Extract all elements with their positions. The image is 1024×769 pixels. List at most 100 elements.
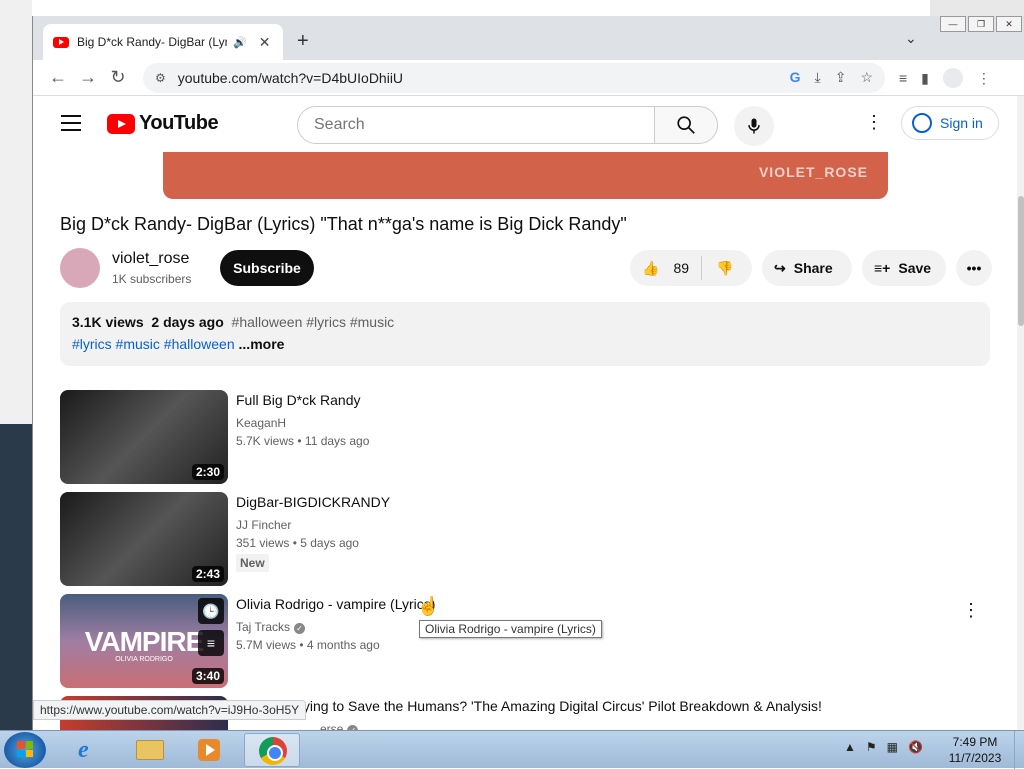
share-icon: ↪ bbox=[774, 259, 786, 276]
folder-icon bbox=[136, 740, 164, 760]
scrollbar-thumb[interactable] bbox=[1018, 196, 1024, 326]
youtube-play-icon bbox=[107, 113, 135, 134]
microphone-icon bbox=[748, 118, 760, 134]
clock-time: 7:49 PM bbox=[952, 735, 998, 749]
recommendation-title[interactable]: Full Big D*ck Randy bbox=[236, 392, 361, 408]
recommendation-channel[interactable]: JJ Fincher bbox=[236, 518, 291, 532]
youtube-logo[interactable]: YouTube bbox=[107, 112, 219, 135]
recommendation-title[interactable]: Caine is Trying to Save the Humans? 'The… bbox=[236, 698, 822, 714]
video-thumbnail[interactable]: 2:43 bbox=[60, 492, 228, 586]
close-window-button[interactable]: ✕ bbox=[996, 16, 1022, 32]
search-input[interactable] bbox=[314, 116, 634, 134]
settings-menu-icon[interactable]: ⋮ bbox=[865, 112, 883, 133]
speaker-icon[interactable]: 🔊 bbox=[233, 36, 247, 49]
show-hidden-icons-icon[interactable]: ▲ bbox=[844, 740, 856, 754]
recommendation-channel[interactable]: KeaganH bbox=[236, 416, 286, 430]
action-center-flag-icon[interactable]: ⚑ bbox=[866, 740, 877, 754]
minimize-button[interactable]: — bbox=[940, 16, 966, 32]
add-to-queue-icon[interactable]: ≡ bbox=[198, 630, 224, 656]
voice-search-button[interactable] bbox=[734, 106, 774, 146]
desktop: Big D*ck Randy- DigBar (Lyric 🔊 ✕ + ⌄ — … bbox=[0, 0, 1024, 769]
forward-button[interactable]: → bbox=[73, 67, 103, 88]
site-info-icon[interactable]: ⚙ bbox=[155, 71, 166, 85]
install-app-icon[interactable]: ⤓ bbox=[815, 69, 821, 86]
like-button[interactable]: 👍 89 bbox=[630, 256, 702, 280]
recommendation-title[interactable]: Olivia Rodrigo - vampire (Lyrics) bbox=[236, 596, 435, 612]
windows-logo-icon bbox=[17, 741, 33, 757]
chrome-taskbar-button[interactable] bbox=[244, 733, 300, 767]
omnibox-actions: G ⤓ ⇪ ☆ bbox=[790, 69, 873, 86]
internet-explorer-taskbar-button[interactable]: e bbox=[62, 733, 118, 767]
back-button[interactable]: ← bbox=[43, 67, 73, 88]
link-status-bubble: https://www.youtube.com/watch?v=iJ9Ho-3o… bbox=[33, 700, 307, 720]
banner-watermark-text: VIOLET_ROSE bbox=[758, 164, 868, 180]
volume-muted-icon[interactable]: 🔇 bbox=[908, 740, 923, 754]
video-thumbnail[interactable]: VAMPIRE OLIVIA RODRIGO 🕒 ≡ 3:40 bbox=[60, 594, 228, 688]
hashtags-line1[interactable]: #halloween #lyrics #music bbox=[232, 314, 395, 330]
new-tab-button[interactable]: + bbox=[297, 30, 309, 53]
like-count: 89 bbox=[673, 260, 690, 276]
google-lens-icon[interactable]: G bbox=[790, 69, 801, 86]
channel-avatar[interactable] bbox=[60, 248, 100, 288]
description-stats: 3.1K views 2 days ago #halloween #lyrics… bbox=[72, 314, 978, 330]
verified-icon: ✓ bbox=[294, 623, 306, 634]
recommendation-menu-icon[interactable]: ⋮ bbox=[962, 600, 980, 621]
channel-name[interactable]: violet_rose bbox=[112, 250, 189, 268]
subscriber-count: 1K subscribers bbox=[112, 272, 192, 286]
close-tab-icon[interactable]: ✕ bbox=[259, 34, 271, 51]
watch-later-icon[interactable]: 🕒 bbox=[198, 598, 224, 624]
hashtags-line2[interactable]: #lyrics #music #halloween bbox=[72, 336, 235, 352]
recommendation-channel[interactable]: erse✓ bbox=[320, 722, 359, 730]
save-button[interactable]: ≡+ Save bbox=[862, 250, 946, 286]
file-explorer-taskbar-button[interactable] bbox=[122, 733, 178, 767]
chrome-icon bbox=[259, 737, 287, 765]
system-tray: ▲ ⚑ ▦ 🔇 bbox=[844, 740, 923, 754]
subscribe-button[interactable]: Subscribe bbox=[220, 250, 314, 286]
recommendation-title[interactable]: DigBar-BIGDICKRANDY bbox=[236, 494, 390, 510]
tab-search-dropdown-icon[interactable]: ⌄ bbox=[905, 30, 917, 47]
url-text[interactable]: youtube.com/watch?v=D4bUIoDhiiU bbox=[178, 70, 403, 86]
show-desktop-button[interactable] bbox=[1014, 731, 1024, 769]
recommendation-item[interactable]: 2:30 Full Big D*ck Randy KeaganH 5.7K vi… bbox=[60, 390, 990, 484]
reload-button[interactable]: ↻ bbox=[103, 67, 133, 88]
recommendation-item[interactable]: 2:43 DigBar-BIGDICKRANDY JJ Fincher 351 … bbox=[60, 492, 990, 586]
video-player-bottom[interactable]: VIOLET_ROSE bbox=[163, 152, 888, 199]
page-scrollbar[interactable] bbox=[1017, 96, 1024, 730]
restore-button[interactable]: ❐ bbox=[968, 16, 994, 32]
description-box[interactable]: 3.1K views 2 days ago #halloween #lyrics… bbox=[60, 302, 990, 366]
show-more-link[interactable]: ...more bbox=[239, 336, 285, 352]
recommendation-meta: 351 views • 5 days ago bbox=[236, 536, 359, 550]
more-actions-button[interactable]: ••• bbox=[956, 250, 992, 286]
side-panel-icon[interactable]: ▮ bbox=[921, 70, 929, 87]
description-line2: #lyrics #music #halloween ...more bbox=[72, 336, 978, 352]
search-button[interactable] bbox=[654, 106, 718, 144]
dislike-button[interactable]: 👎 bbox=[702, 260, 733, 277]
window-controls: — ❐ ✕ bbox=[938, 16, 1022, 32]
search-box[interactable] bbox=[297, 106, 655, 144]
network-icon[interactable]: ▦ bbox=[887, 740, 898, 754]
taskbar-clock[interactable]: 7:49 PM 11/7/2023 bbox=[940, 734, 1010, 766]
upload-age: 2 days ago bbox=[151, 314, 224, 330]
chrome-menu-icon[interactable]: ⋮ bbox=[977, 70, 991, 87]
profile-avatar-icon[interactable] bbox=[942, 68, 963, 88]
media-controls-icon[interactable]: ≡ bbox=[899, 70, 907, 86]
recommendation-channel[interactable]: Taj Tracks ✓ bbox=[236, 620, 306, 634]
active-tab[interactable]: Big D*ck Randy- DigBar (Lyric 🔊 ✕ bbox=[43, 24, 283, 60]
thumbs-up-icon: 👍 bbox=[642, 259, 660, 276]
recommendation-item[interactable]: VAMPIRE OLIVIA RODRIGO 🕒 ≡ 3:40 Olivia R… bbox=[60, 594, 990, 688]
tab-title: Big D*ck Randy- DigBar (Lyric bbox=[77, 35, 227, 49]
more-horizontal-icon: ••• bbox=[966, 260, 982, 276]
new-badge: New bbox=[236, 554, 269, 572]
share-button[interactable]: ↪ Share bbox=[762, 250, 852, 286]
share-page-icon[interactable]: ⇪ bbox=[835, 69, 847, 86]
thumbnail-subtitle-text: OLIVIA RODRIGO bbox=[115, 656, 173, 663]
start-button[interactable] bbox=[4, 732, 46, 768]
hamburger-menu-icon[interactable] bbox=[61, 115, 81, 131]
bookmark-star-icon[interactable]: ☆ bbox=[860, 69, 873, 86]
youtube-favicon-icon bbox=[53, 36, 69, 48]
address-bar[interactable]: ⚙ youtube.com/watch?v=D4bUIoDhiiU G ⤓ ⇪ … bbox=[143, 63, 885, 93]
video-thumbnail[interactable]: 2:30 bbox=[60, 390, 228, 484]
sign-in-button[interactable]: Sign in bbox=[901, 106, 999, 140]
media-player-taskbar-button[interactable] bbox=[182, 733, 238, 767]
clock-date: 11/7/2023 bbox=[948, 751, 1002, 765]
